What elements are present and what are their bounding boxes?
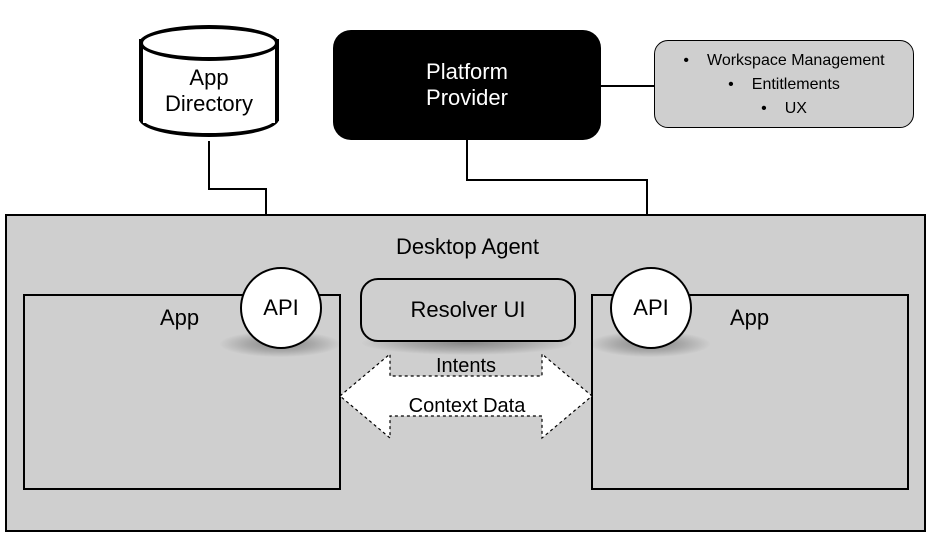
bullet-icon: •: [761, 97, 767, 121]
api-label: API: [263, 295, 298, 321]
app-directory-label: AppDirectory: [139, 65, 279, 117]
feature-item: Workspace Management: [707, 49, 885, 73]
platform-provider-box: PlatformProvider: [333, 30, 601, 140]
bullet-icon: •: [683, 49, 689, 73]
platform-provider-label: PlatformProvider: [426, 59, 508, 111]
api-label: API: [633, 295, 668, 321]
app-label-left: App: [160, 305, 199, 331]
resolver-ui-label: Resolver UI: [411, 297, 526, 323]
app-label-right: App: [730, 305, 769, 331]
connector-line: [601, 84, 655, 88]
api-node-right: API: [610, 267, 692, 349]
resolver-ui-box: Resolver UI: [360, 278, 576, 342]
features-box: • Workspace Management • Entitlements • …: [654, 40, 914, 128]
feature-item: Entitlements: [752, 73, 840, 97]
api-node-left: API: [240, 267, 322, 349]
flow-label-context: Context Data: [392, 395, 542, 418]
desktop-agent-title: Desktop Agent: [360, 234, 575, 260]
flow-label-intents: Intents: [400, 355, 532, 378]
feature-item: UX: [785, 97, 807, 121]
diagram-root: AppDirectory PlatformProvider • Workspac…: [0, 0, 934, 538]
app-directory-cylinder: AppDirectory: [139, 25, 275, 137]
bullet-icon: •: [728, 73, 734, 97]
